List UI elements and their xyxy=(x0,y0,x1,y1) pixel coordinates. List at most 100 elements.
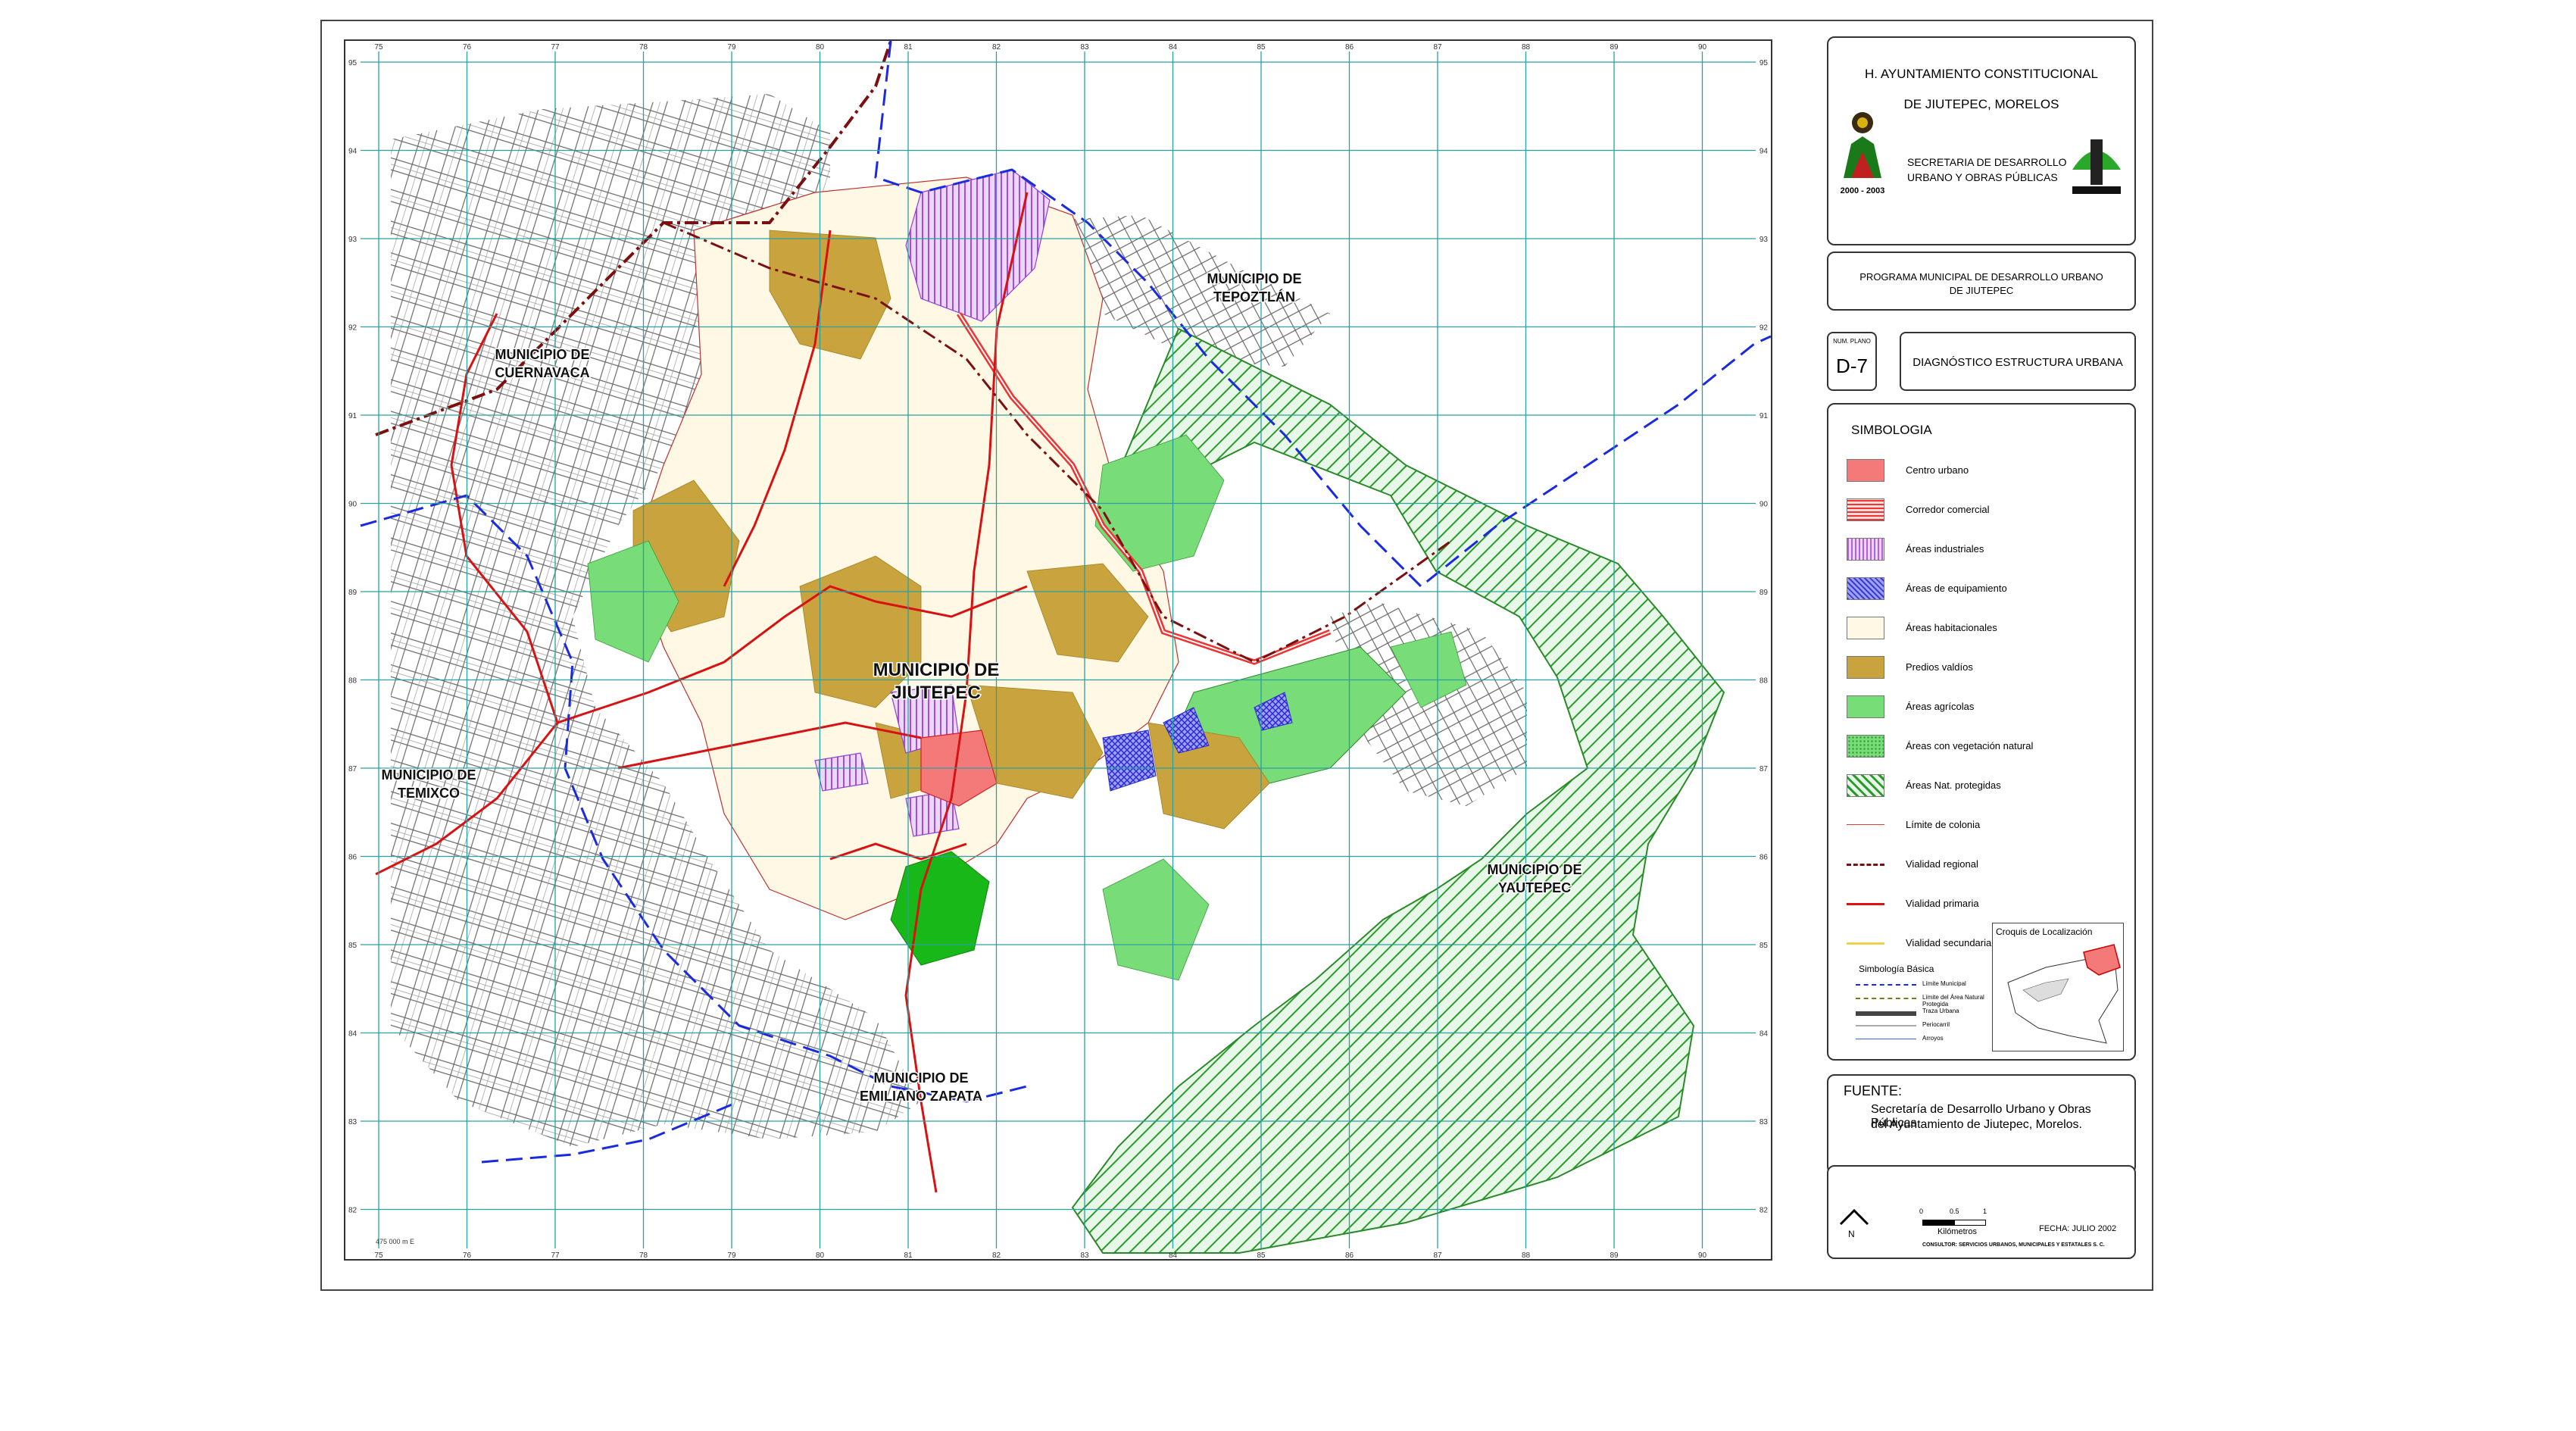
plan-number-box: NUM. PLANO D-7 xyxy=(1827,332,1877,391)
municipality-label-line: MUNICIPIO DE xyxy=(873,1070,968,1086)
scale-tick-05: 0.5 xyxy=(1950,1208,1959,1215)
grid-label-y: 89 xyxy=(348,589,358,597)
legend-swatch xyxy=(1847,864,1884,866)
grid-label-x: 80 xyxy=(816,1251,825,1259)
plan-number-label: NUM. PLANO xyxy=(1833,338,1871,345)
municipality-label-line: TEMIXCO xyxy=(398,786,460,801)
grid-label-x: 84 xyxy=(1169,43,1178,52)
grid-label-x: 76 xyxy=(463,1251,472,1259)
grid-label-x: 77 xyxy=(551,43,560,52)
municipality-label-line: TEPOZTLÁN xyxy=(1213,289,1295,305)
north-arrow-icon xyxy=(1839,1208,1869,1226)
legend-item: Límite de colonia xyxy=(1847,812,2119,838)
map-canvas[interactable]: 75 75 76 76 77 77 78 78 79 79 80 80 81 81 82 82 83 83 84 84… xyxy=(345,40,1795,1260)
period-label: 2000 - 2003 xyxy=(1840,186,1885,195)
legend-item: Áreas habitacionales xyxy=(1847,615,2119,641)
legend-swatch xyxy=(1847,903,1884,905)
basic-legend-label: Límite Municipal xyxy=(1922,980,1966,987)
program-box: PROGRAMA MUNICIPAL DE DESARROLLO URBANO … xyxy=(1827,252,2136,311)
grid-label-x: 75 xyxy=(374,43,383,52)
legend-swatch xyxy=(1847,617,1884,639)
grid-label-y: 82 xyxy=(348,1207,358,1215)
grid-label-y: 86 xyxy=(348,854,358,862)
legend-swatch xyxy=(1847,942,1884,945)
header-line1: H. AYUNTAMIENTO CONSTITUCIONAL xyxy=(1865,67,2098,81)
grid-label-x: 78 xyxy=(639,43,648,52)
grid-label-x: 79 xyxy=(727,43,736,52)
grid-label-y: 95 xyxy=(348,59,358,67)
grid-label-y: 83 xyxy=(1759,1118,1769,1126)
legend-swatch xyxy=(1847,577,1884,600)
source-label: FUENTE: xyxy=(1844,1083,1903,1098)
municipality-label-line: JIUTEPEC xyxy=(891,683,980,703)
grid-label-y: 88 xyxy=(1759,677,1769,686)
legend-item: Vialidad primaria xyxy=(1847,891,2119,917)
grid-label-x: 90 xyxy=(1698,43,1707,52)
grid-label-y: 93 xyxy=(1759,236,1769,244)
basic-legend-label: Periocarril xyxy=(1922,1021,1950,1028)
grid-label-y: 92 xyxy=(348,324,358,333)
plan-title-box: DIAGNÓSTICO ESTRUCTURA URBANA xyxy=(1900,332,2136,391)
plan-number: D-7 xyxy=(1836,355,1868,377)
grid-label-x: 82 xyxy=(992,43,1001,52)
grid-label-x: 87 xyxy=(1433,43,1442,52)
legend-swatch xyxy=(1847,498,1884,521)
grid-label-x: 86 xyxy=(1345,43,1354,52)
source-line2: del Ayuntamiento de Jiutepec, Morelos. xyxy=(1871,1118,2082,1131)
basic-legend-label: Traza Urbana xyxy=(1922,1008,1959,1014)
basic-legend-label: Arroyos xyxy=(1922,1035,1944,1042)
legend-label: Predios valdíos xyxy=(1906,661,1973,673)
basic-legend-swatch xyxy=(1856,1025,1916,1026)
grid-label-x: 82 xyxy=(992,1251,1001,1259)
locator-sketch xyxy=(2007,944,2121,1044)
program-line1: PROGRAMA MUNICIPAL DE DESARROLLO URBANO xyxy=(1859,271,2103,283)
program-line2: DE JIUTEPEC xyxy=(1949,285,2014,296)
legend-label: Vialidad secundaria xyxy=(1906,937,1992,948)
legend-label: Áreas habitacionales xyxy=(1906,622,1997,633)
basic-legend-label: Límite del Área Natural Protegida xyxy=(1922,994,1984,1008)
park-green-area xyxy=(890,851,990,966)
grid-label-x: 78 xyxy=(639,1251,648,1259)
municipality-label-line: MUNICIPIO DE xyxy=(381,767,476,783)
legend-label: Límite de colonia xyxy=(1906,819,1981,830)
grid-label-x: 85 xyxy=(1257,1251,1266,1259)
source-box: FUENTE: Secretaría de Desarrollo Urbano … xyxy=(1827,1074,2136,1174)
north-label: N xyxy=(1848,1229,1855,1239)
grid-label-x: 79 xyxy=(727,1251,736,1259)
legend-swatch xyxy=(1847,774,1884,797)
grid-label-x: 85 xyxy=(1257,43,1266,52)
legend-swatch xyxy=(1847,459,1884,482)
grid-label-y: 95 xyxy=(1759,59,1769,67)
scale-tick-0: 0 xyxy=(1919,1208,1924,1215)
grid-label-y: 90 xyxy=(348,501,358,509)
scale-unit: Kilómetros xyxy=(1937,1227,1977,1236)
date-label: FECHA: JULIO 2002 xyxy=(2039,1224,2117,1233)
legend-item: Áreas con vegetación natural xyxy=(1847,733,2119,759)
plan-title: DIAGNÓSTICO ESTRUCTURA URBANA xyxy=(1912,356,2123,369)
grid-label-y: 94 xyxy=(348,148,358,156)
grid-label-y: 85 xyxy=(1759,942,1769,950)
legend-item: Áreas Nat. protegidas xyxy=(1847,773,2119,798)
footer-box: N 0 0.5 1 Kilómetros FECHA: JULIO 2002 C… xyxy=(1827,1165,2136,1259)
municipality-label-line: MUNICIPIO DE xyxy=(495,347,589,362)
scale-bar xyxy=(1922,1220,1986,1226)
legend-item: Áreas de equipamiento xyxy=(1847,576,2119,601)
grid-label-x: 87 xyxy=(1433,1251,1442,1259)
legend-item: Vialidad regional xyxy=(1847,851,2119,877)
basic-legend-swatch xyxy=(1856,984,1916,986)
legend-swatch xyxy=(1847,538,1884,561)
legend-item: Corredor comercial xyxy=(1847,497,2119,523)
grid-label-y: 91 xyxy=(1759,412,1769,420)
consultant-label: CONSULTOR: SERVICIOS URBANOS, MUNICIPALE… xyxy=(1922,1242,2105,1248)
grid-label-y: 91 xyxy=(348,412,358,420)
dept-line1: SECRETARIA DE DESARROLLO xyxy=(1907,156,2067,168)
corner-coordinate-label: 475 000 m E xyxy=(376,1238,414,1245)
municipality-label-line: MUNICIPIO DE xyxy=(873,660,1000,680)
grid-label-x: 90 xyxy=(1698,1251,1707,1259)
grid-label-y: 87 xyxy=(348,765,358,773)
basic-legend-title: Simbología Básica xyxy=(1859,964,1934,974)
municipal-seal-logo xyxy=(1844,112,1881,178)
basic-legend-swatch xyxy=(1856,998,1916,999)
legend-item: Centro urbano xyxy=(1847,458,2119,483)
legend-item: Predios valdíos xyxy=(1847,655,2119,680)
